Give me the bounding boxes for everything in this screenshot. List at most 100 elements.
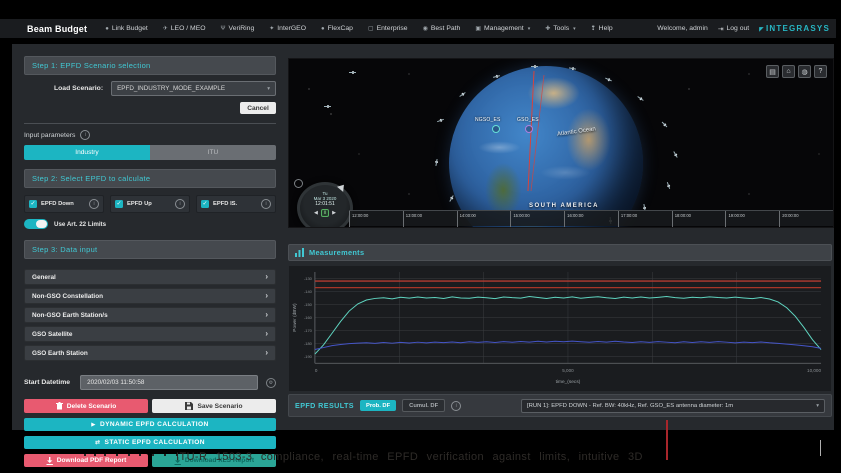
nav-item-help[interactable]: ❢Help xyxy=(591,25,613,32)
checkbox-epfd-up[interactable]: ✓ xyxy=(115,200,123,208)
start-datetime-input[interactable]: 2020/02/03 11:50:58 xyxy=(80,375,258,390)
ngso-es-marker[interactable] xyxy=(492,125,500,133)
save-icon xyxy=(185,402,193,410)
chevron-right-icon: › xyxy=(265,331,268,337)
nav-item-enterprise[interactable]: ▢Enterprise xyxy=(368,25,408,32)
accordion-non-gso-constellation[interactable]: Non-GSO Constellation › xyxy=(24,288,276,304)
tab-industry[interactable]: Industry xyxy=(24,145,150,160)
accordion-label: Non-GSO Earth Station/s xyxy=(32,312,108,319)
gso-es-label: GSO_ES xyxy=(517,117,539,123)
art22-toggle[interactable] xyxy=(24,219,48,229)
nav-item-intergeo[interactable]: ✦InterGEO xyxy=(269,25,306,32)
svg-text:-170: -170 xyxy=(304,328,313,333)
prob-df-button[interactable]: Prob. DF xyxy=(360,400,396,411)
nav-item-label: Management xyxy=(484,25,524,32)
step-forward-button[interactable]: ▶ xyxy=(332,210,336,216)
step3-header: Step 3: Data input xyxy=(24,240,276,259)
delete-scenario-button[interactable]: Delete Scenario xyxy=(24,399,148,413)
checkbox-label: EPFD Down xyxy=(41,201,85,207)
nav-item-link-budget[interactable]: ●Link Budget xyxy=(105,25,148,32)
nav-item-label: FlexCap xyxy=(328,25,353,32)
run-select[interactable]: [RUN 1]: EPFD DOWN - Ref. BW: 40kHz, Ref… xyxy=(521,399,825,413)
info-icon[interactable]: i xyxy=(261,199,271,209)
timeline-bar[interactable]: 12:00:0013:00:0014:00:0015:00:0016:00:00… xyxy=(349,210,833,226)
nav-item-label: LEO / MEO xyxy=(171,25,206,32)
info-icon[interactable]: i xyxy=(89,199,99,209)
logo-mark-icon: ◤ xyxy=(759,27,765,33)
satellite-icon[interactable] xyxy=(324,105,331,108)
bottom-caption: ITU-R 1503-3 compliance, real-time EPFD … xyxy=(176,451,840,463)
timeline-tick[interactable]: 19:00:00 xyxy=(725,211,779,228)
animation-widget[interactable]: Tu Mar 3 2020 12:01:51 ◀ Ⅱ ▶ xyxy=(294,179,350,228)
svg-text:5,000: 5,000 xyxy=(562,368,574,373)
svg-text:10,000: 10,000 xyxy=(807,368,821,373)
checkbox-label: EPFD Up xyxy=(127,201,171,207)
info-icon[interactable]: i xyxy=(80,130,90,140)
timeline-tick[interactable]: 14:00:00 xyxy=(457,211,511,228)
home-button[interactable]: ⌂ xyxy=(782,65,795,78)
nav-item-tools[interactable]: ✚Tools▾ xyxy=(545,25,575,32)
tab-itu[interactable]: ITU xyxy=(150,145,276,160)
checkbox-epfd-down[interactable]: ✓ xyxy=(29,200,37,208)
epfd-check-group: ✓EPFD Downi✓EPFD Upi✓EPFD IS.i xyxy=(24,195,276,213)
nav-item-best-path[interactable]: ◉Best Path xyxy=(423,25,461,32)
text-cursor xyxy=(820,440,821,456)
accordion-gso-earth-station[interactable]: GSO Earth Station› xyxy=(24,345,276,361)
scenario-select[interactable]: EPFD_INDUSTRY_MODE_EXAMPLE ▾ xyxy=(111,81,276,96)
logout-button[interactable]: ⇥ Log out xyxy=(718,25,749,33)
epfd-chip-epfd-down: ✓ EPFD Down i xyxy=(24,195,104,213)
chevron-right-icon: › xyxy=(265,350,268,356)
welcome-user-label: Welcome, admin xyxy=(657,25,708,32)
accordion-non-gso-earth-station-s[interactable]: Non-GSO Earth Station/s › xyxy=(24,307,276,323)
nav-item-label: VeriRing xyxy=(229,25,255,32)
timeline-tick[interactable]: 20:00:00 xyxy=(779,211,833,228)
accordion-label: GSO Satellite xyxy=(32,331,73,338)
chevron-right-icon: › xyxy=(265,293,268,299)
epfd-chip-epfd-up: ✓ EPFD Up i xyxy=(110,195,190,213)
scene-mode-button[interactable]: ◍ xyxy=(798,65,811,78)
nav-item-label: Link Budget xyxy=(112,25,148,32)
save-scenario-button[interactable]: Save Scenario xyxy=(152,399,276,413)
timeline-tick[interactable]: 16:00:00 xyxy=(564,211,618,228)
gear-icon[interactable]: ⚙ xyxy=(266,378,276,388)
gso-es-marker[interactable] xyxy=(525,125,533,133)
globe-viewport[interactable]: NGSO_ES GSO_ES Atlantic Ocean SOUTH AMER… xyxy=(288,58,834,228)
checkbox-epfd-is[interactable]: ✓ xyxy=(201,200,209,208)
download-pdf-button[interactable]: Download PDF Report xyxy=(24,454,148,467)
static-epfd-button[interactable]: ⇄ STATIC EPFD CALCULATION xyxy=(24,436,276,449)
nav-item-management[interactable]: ▣Management▾ xyxy=(475,25,530,32)
step1-header: Step 1: EPFD Scenario selection xyxy=(24,56,276,75)
accordion-gso-satellite[interactable]: GSO Satellite › xyxy=(24,326,276,342)
svg-text:Power (dBW): Power (dBW) xyxy=(292,303,298,332)
timeline-tick[interactable]: 18:00:00 xyxy=(672,211,726,228)
help-icon: ❢ xyxy=(591,25,596,32)
layers-button[interactable]: ▤ xyxy=(766,65,779,78)
animation-dial[interactable]: Tu Mar 3 2020 12:01:51 ◀ Ⅱ ▶ xyxy=(297,182,353,228)
toggle-knob xyxy=(36,220,47,228)
dynamic-epfd-button[interactable]: ▶ DYNAMIC EPFD CALCULATION xyxy=(24,418,276,431)
info-icon[interactable]: i xyxy=(175,199,185,209)
timeline-tick[interactable]: 13:00:00 xyxy=(403,211,457,228)
timeline-tick[interactable]: 12:00:00 xyxy=(349,211,403,228)
cumul-df-button[interactable]: Cumul. DF xyxy=(402,399,445,412)
accordion-label: Non-GSO Constellation xyxy=(32,293,103,300)
step-back-button[interactable]: ◀ xyxy=(314,210,318,216)
satellite-icon[interactable] xyxy=(349,71,356,74)
info-icon[interactable]: i xyxy=(451,401,461,411)
accordion-general[interactable]: General› xyxy=(24,269,276,285)
help-button[interactable]: ? xyxy=(814,65,827,78)
nav-item-flexcap[interactable]: ●FlexCap xyxy=(321,25,353,32)
measurements-chart[interactable]: -130-140-150-160-170-180-19005,00010,000… xyxy=(289,266,831,391)
timeline-tick[interactable]: 15:00:00 xyxy=(510,211,564,228)
load-scenario-label: Load Scenario: xyxy=(54,85,103,92)
cancel-button[interactable]: Cancel xyxy=(240,102,276,114)
nav-item-leo-meo[interactable]: ✈LEO / MEO xyxy=(163,25,206,32)
chevron-right-icon: › xyxy=(265,312,268,318)
epfd-results-bar: EPFD RESULTS Prob. DF Cumul. DF i [RUN 1… xyxy=(288,394,832,417)
accordion-label: General xyxy=(32,274,56,281)
pause-button[interactable]: Ⅱ xyxy=(321,209,329,217)
epfd-results-label: EPFD RESULTS xyxy=(295,401,354,410)
nav-item-veriring[interactable]: ΨVeriRing xyxy=(221,25,255,32)
timeline-tick[interactable]: 17:00:00 xyxy=(618,211,672,228)
satellite-icon[interactable] xyxy=(531,65,538,68)
